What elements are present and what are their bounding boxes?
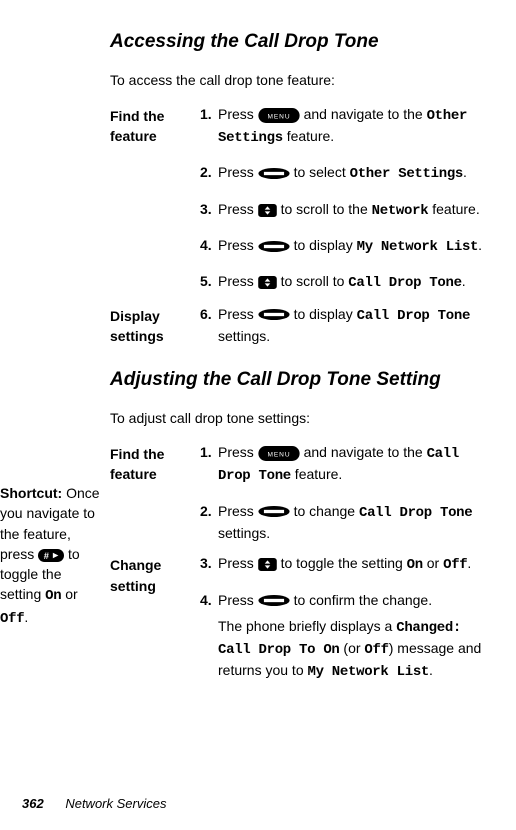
select-key-icon [258,506,290,517]
select-key-icon [258,168,290,179]
step-b2: 2.Press to change Call Drop Tone setting… [200,501,494,544]
step-3: 3.Press to scroll to the Network feature… [200,199,494,221]
step-b1: 1.Press and navigate to the Call Drop To… [200,442,494,487]
shortcut-off: Off [0,611,24,627]
shortcut-on: On [45,588,61,604]
label-change-setting: Change setting [110,553,188,682]
label-find-feature-2: Find the feature [110,442,188,543]
hash-key-icon [38,549,64,562]
heading-accessing: Accessing the Call Drop Tone [110,28,494,56]
step-6: 6.Press to display Call Drop Tone settin… [200,304,494,347]
step-4: 4.Press to display My Network List. [200,235,494,257]
step-b4: 4.Press to confirm the change. The phone… [200,590,494,683]
shortcut-text-3: or [61,586,77,602]
page-footer: 362 Network Services [22,795,166,814]
scroll-key-icon [258,558,277,571]
shortcut-label: Shortcut: [0,485,62,501]
step-b3: 3.Press to toggle the setting On or Off. [200,553,494,575]
step-5: 5.Press to scroll to Call Drop Tone. [200,271,494,293]
scroll-key-icon [258,204,277,217]
page-number: 362 [22,796,44,811]
step-1: 1.Press and navigate to the Other Settin… [200,104,494,149]
shortcut-note: Shortcut: Once you navigate to the featu… [0,483,100,629]
menu-key-icon [258,108,300,123]
shortcut-text-4: . [24,609,28,625]
select-key-icon [258,595,290,606]
select-key-icon [258,309,290,320]
block-find-feature-1: Find the feature 1.Press and navigate to… [110,104,494,294]
section-name: Network Services [65,796,166,811]
menu-key-icon [258,446,300,461]
heading-adjusting: Adjusting the Call Drop Tone Setting [110,366,494,394]
label-display-settings: Display settings [110,304,188,347]
intro-accessing: To access the call drop tone feature: [110,70,494,90]
block-change-setting: Change setting 3.Press to toggle the set… [110,553,494,682]
block-display-settings: Display settings 6.Press to display Call… [110,304,494,347]
block-find-feature-2: Find the feature 1.Press and navigate to… [110,442,494,543]
intro-adjusting: To adjust call drop tone settings: [110,408,494,428]
select-key-icon [258,241,290,252]
scroll-key-icon [258,276,277,289]
label-find-feature: Find the feature [110,104,188,294]
step-2: 2.Press to select Other Settings. [200,162,494,184]
